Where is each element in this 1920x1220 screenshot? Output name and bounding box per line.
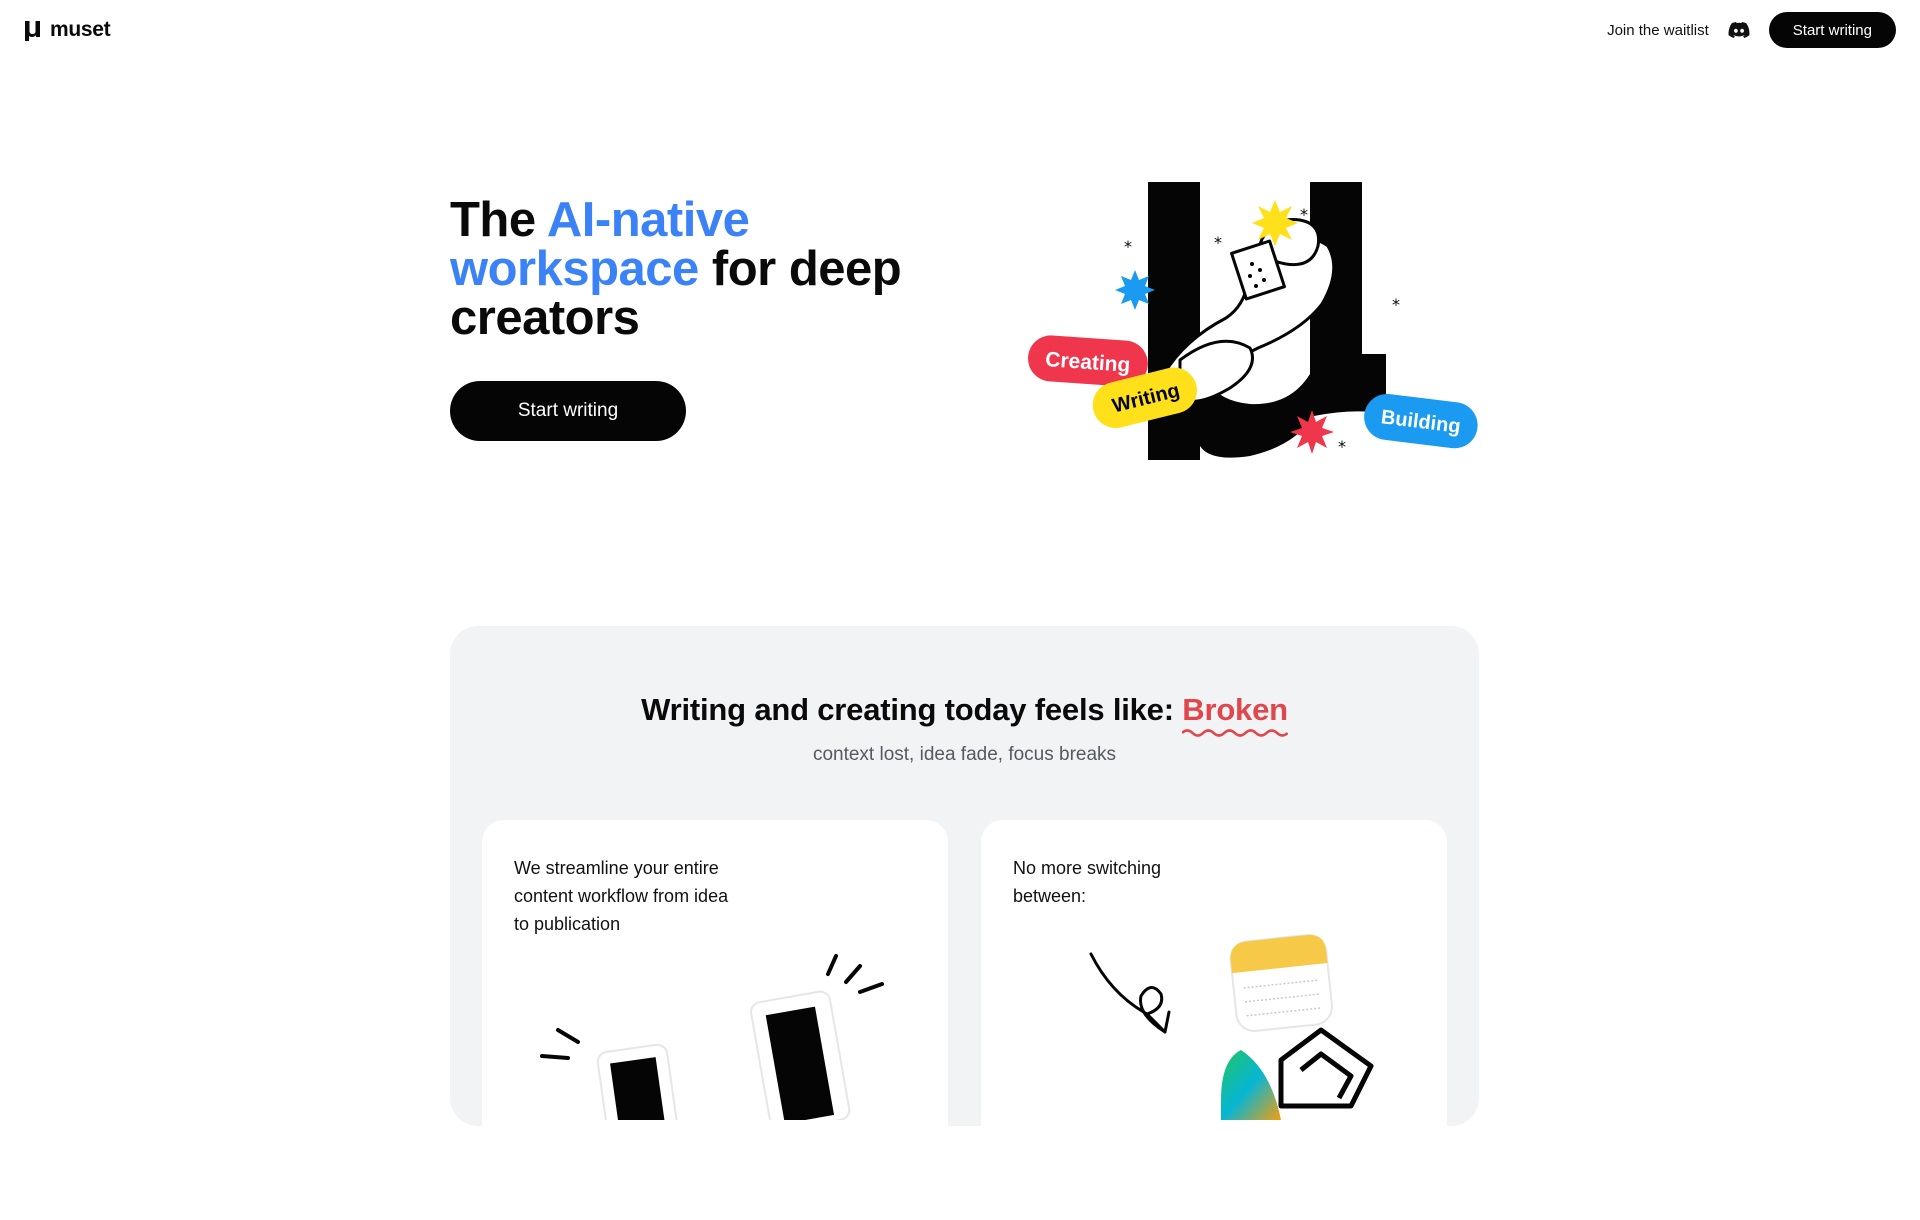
svg-text:*: * xyxy=(1124,237,1132,256)
problem-section: Writing and creating today feels like: B… xyxy=(450,626,1479,1220)
svg-text:*: * xyxy=(1338,437,1346,456)
cube-app-icon xyxy=(1278,1027,1374,1109)
workflow-illustration xyxy=(540,954,884,1120)
svg-text:*: * xyxy=(1300,205,1308,224)
svg-text:*: * xyxy=(1214,233,1222,252)
svg-text:*: * xyxy=(1392,295,1400,314)
top-nav: muset Join the waitlist Start writing xyxy=(0,0,1920,60)
hero-title-pre: The xyxy=(450,193,547,247)
brand-logo[interactable]: muset xyxy=(24,17,111,43)
problem-subtitle: context lost, idea fade, focus breaks xyxy=(812,744,1117,765)
notes-app-icon xyxy=(1229,933,1333,1032)
nav-start-writing-button[interactable]: Start writing xyxy=(1768,12,1896,48)
gradient-app-icon xyxy=(1221,1050,1281,1120)
problem-title-highlight: Broken xyxy=(1182,692,1288,737)
muset-logo-icon xyxy=(25,21,40,41)
workflow-card: We streamline your entire content workfl… xyxy=(482,820,948,1220)
squiggle-underline-icon xyxy=(1182,729,1288,737)
switching-illustration xyxy=(1089,933,1374,1120)
broken-word: Broken xyxy=(1182,692,1288,727)
hero-illustration: * ** *** Creating Writing Building xyxy=(1028,182,1478,460)
nav-actions: Join the waitlist Start writing xyxy=(1607,12,1896,48)
svg-text:*: * xyxy=(1230,407,1238,426)
problem-title: Writing and creating today feels like: B… xyxy=(450,692,1479,737)
hero-start-writing-button[interactable]: Start writing xyxy=(450,381,686,441)
problem-title-prefix: Writing and creating today feels like: xyxy=(641,692,1183,727)
hero-title: The AI-native workspace for deep creator… xyxy=(450,196,970,343)
join-waitlist-link[interactable]: Join the waitlist xyxy=(1607,22,1709,39)
switching-card: No more switching between: xyxy=(981,820,1447,1220)
brand-name: muset xyxy=(50,18,111,41)
tag-building: Building xyxy=(1364,393,1478,449)
discord-icon[interactable] xyxy=(1727,18,1751,42)
